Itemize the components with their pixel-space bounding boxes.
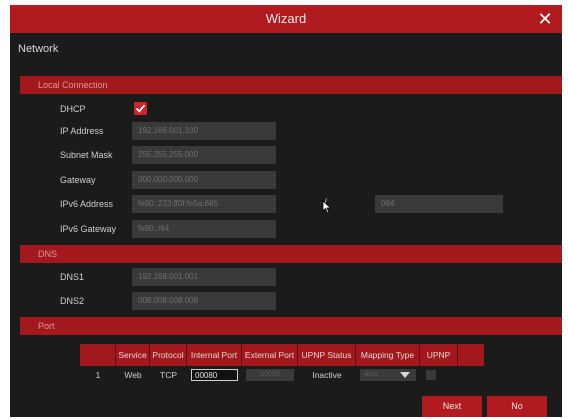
ipv6-address-label: IPv6 Address [60,199,114,209]
dns2-field[interactable]: 008.008.008.008 [132,292,276,310]
internal-port-input[interactable]: 00080 [191,369,238,381]
section-dns: DNS [20,245,562,263]
ipv6-gateway-row: IPv6 Gateway fe80::/64 [10,219,562,239]
column-header-internal-port: Internal Port [187,344,242,366]
column-header-index [80,344,116,366]
title-bar: Wizard ✕ [10,5,562,33]
subnet-mask-field[interactable]: 255.255.255.000 [132,146,276,164]
dns1-field[interactable]: 192.168.001.001 [132,268,276,286]
mouse-cursor-icon [322,200,332,214]
gateway-label: Gateway [60,175,96,185]
mapping-type-select[interactable]: Auto [360,369,416,381]
ip-row: IP Address 192.168.001.100 [10,121,562,141]
row-index: 1 [95,370,101,380]
ipv6-gateway-field[interactable]: fe80::/64 [132,220,276,238]
upnp-checkbox[interactable] [426,370,436,380]
column-header-service: Service [116,344,150,366]
internal-port-cell: 00080 [187,367,242,383]
section-local-connection: Local Connection [20,76,562,94]
column-header-upnp: UPNP [420,344,458,366]
external-port-field[interactable]: 00080 [246,369,294,381]
ipv6-gateway-label: IPv6 Gateway [60,224,117,234]
port-table-header: Service Protocol Internal Port External … [80,344,484,366]
upnp-cell [420,367,458,383]
dns1-label: DNS1 [60,272,85,282]
column-header-mapping-type: Mapping Type [356,344,420,366]
mapping-type-value: Auto [364,371,379,378]
ip-address-label: IP Address [60,126,104,136]
no-button[interactable]: No [487,396,547,417]
subnet-row: Subnet Mask 255.255.255.000 [10,145,562,165]
page-title: Network [18,43,59,55]
ip-address-field[interactable]: 192.168.001.100 [132,122,276,140]
checkmark-icon [135,104,146,113]
column-header-spacer [458,344,484,366]
gateway-field[interactable]: 000.000.000.000 [132,171,276,189]
dhcp-row: DHCP [10,99,562,119]
dns2-label: DNS2 [60,296,85,306]
subnet-mask-label: Subnet Mask [60,150,113,160]
column-header-upnp-status: UPNP Status [298,344,356,366]
column-header-external-port: External Port [242,344,298,366]
row-upnp-status: Inactive [312,370,342,380]
close-icon[interactable]: ✕ [534,8,556,30]
table-row: 1 Web TCP 00080 00080 Inactive Auto [80,367,458,383]
section-port: Port [20,317,562,335]
dns2-row: DNS2 008.008.008.008 [10,291,562,311]
ipv6-prefix-field[interactable]: 064 [375,195,503,213]
dhcp-label: DHCP [60,104,86,114]
wizard-window: Wizard ✕ Network Local Connection DHCP I… [10,5,562,417]
next-button[interactable]: Next [422,396,482,417]
mapping-type-cell: Auto [356,367,420,383]
dhcp-checkbox[interactable] [134,102,147,115]
gateway-row: Gateway 000.000.000.000 [10,170,562,190]
ipv6-address-field[interactable]: fe80::223:ff0f:fe5a:685 [132,195,276,213]
column-header-protocol: Protocol [150,344,187,366]
row-service: Web [124,370,142,380]
ipv6-row: IPv6 Address fe80::223:ff0f:fe5a:685 / 0… [10,194,562,214]
external-port-cell: 00080 [242,367,298,383]
dns1-row: DNS1 192.168.001.001 [10,267,562,287]
chevron-down-icon[interactable] [400,372,410,378]
row-protocol: TCP [160,370,177,380]
window-title: Wizard [265,11,307,26]
